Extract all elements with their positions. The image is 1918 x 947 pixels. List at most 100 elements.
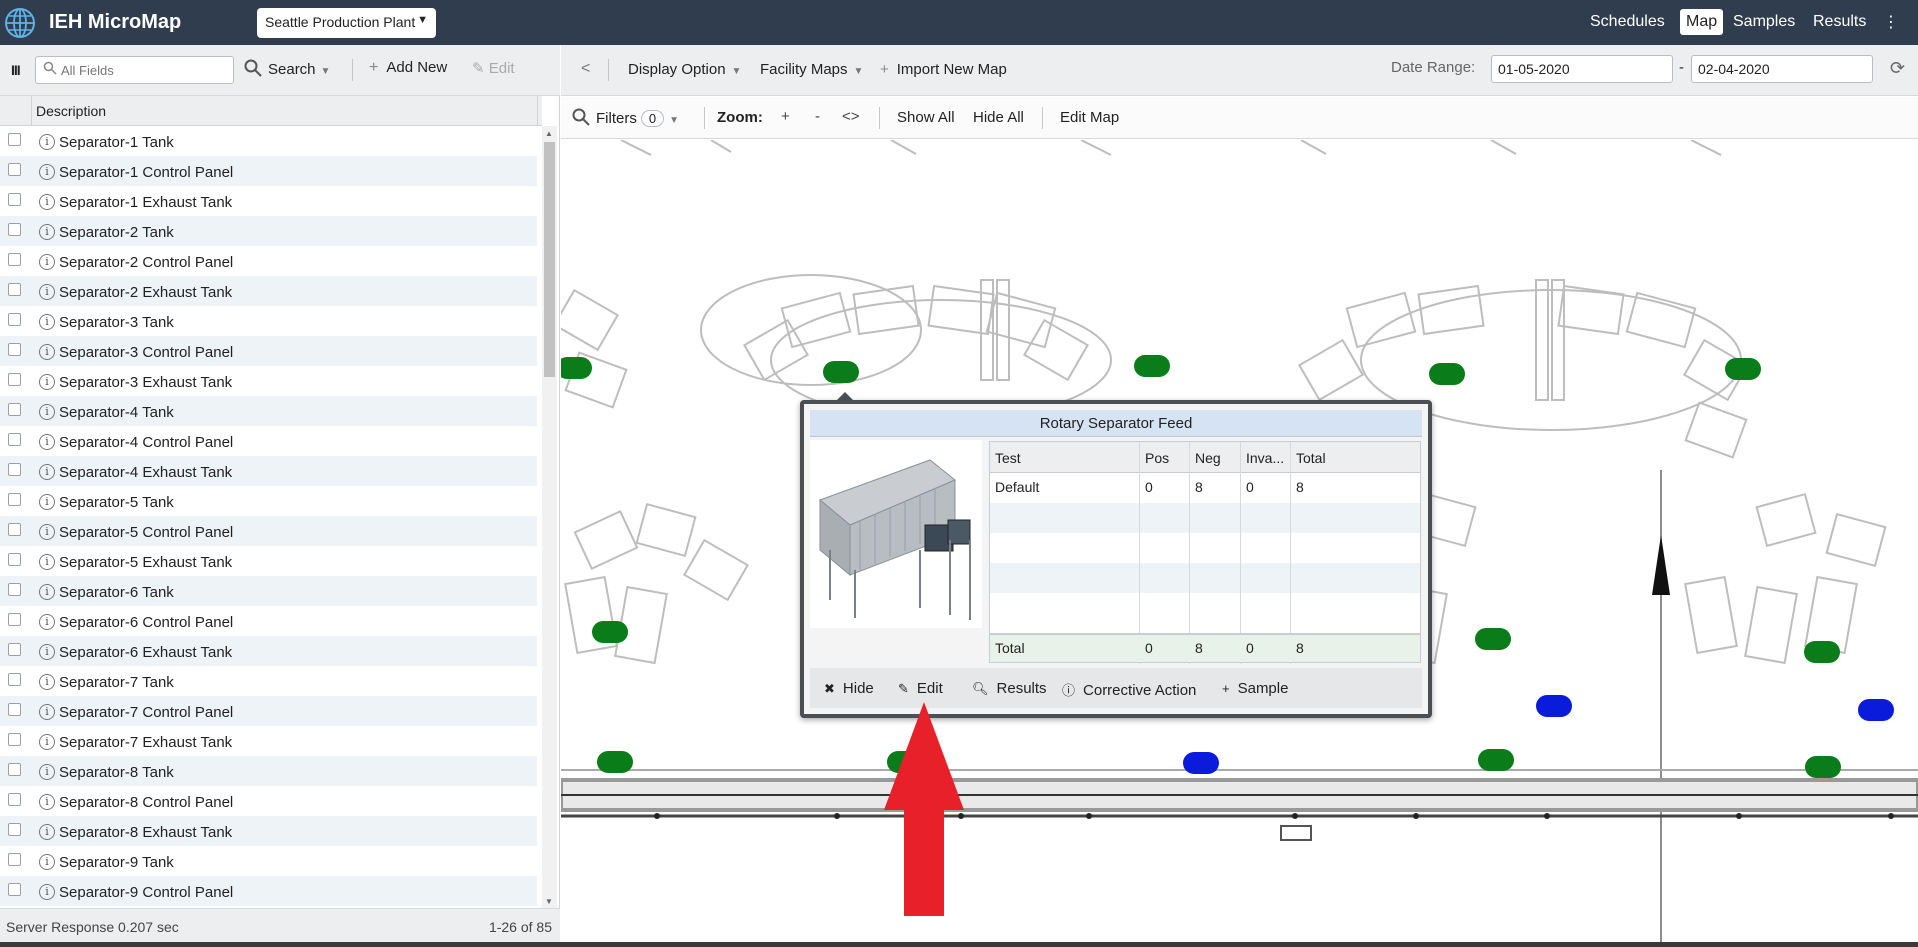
row-checkbox[interactable]: [8, 193, 21, 206]
col-pos[interactable]: Pos: [1140, 442, 1190, 473]
info-icon[interactable]: i: [39, 524, 55, 540]
row-checkbox[interactable]: [8, 883, 21, 896]
list-item[interactable]: i Separator-2 Control Panel: [0, 246, 537, 276]
info-icon[interactable]: i: [39, 344, 55, 360]
row-checkbox[interactable]: [8, 163, 21, 176]
info-icon[interactable]: i: [39, 374, 55, 390]
row-checkbox[interactable]: [8, 463, 21, 476]
list-item[interactable]: i Separator-4 Control Panel: [0, 426, 537, 456]
col-total[interactable]: Total: [1291, 442, 1420, 473]
row-checkbox[interactable]: [8, 823, 21, 836]
row-checkbox[interactable]: [8, 583, 21, 596]
columns-icon[interactable]: III: [11, 62, 21, 78]
info-icon[interactable]: i: [39, 224, 55, 240]
zoom-in-button[interactable]: +: [781, 108, 790, 125]
list-item[interactable]: i Separator-5 Tank: [0, 486, 537, 516]
corrective-action-button[interactable]: ⓘ Corrective Action: [1062, 680, 1196, 699]
info-icon[interactable]: i: [39, 194, 55, 210]
refresh-icon[interactable]: ⟳: [1890, 58, 1905, 79]
list-item[interactable]: i Separator-2 Tank: [0, 216, 537, 246]
row-checkbox[interactable]: [8, 493, 21, 506]
row-checkbox[interactable]: [8, 553, 21, 566]
row-checkbox[interactable]: [8, 763, 21, 776]
info-icon[interactable]: i: [39, 614, 55, 630]
list-item[interactable]: i Separator-1 Control Panel: [0, 156, 537, 186]
show-all-button[interactable]: Show All: [897, 109, 955, 126]
info-icon[interactable]: i: [39, 134, 55, 150]
row-checkbox[interactable]: [8, 283, 21, 296]
search-button[interactable]: Search ▼: [244, 59, 330, 78]
list-item[interactable]: i Separator-5 Exhaust Tank: [0, 546, 537, 576]
facility-maps-dropdown[interactable]: Facility Maps ▼: [760, 61, 863, 78]
row-checkbox[interactable]: [8, 853, 21, 866]
info-icon[interactable]: i: [39, 824, 55, 840]
row-checkbox[interactable]: [8, 343, 21, 356]
date-to-input[interactable]: 02-04-2020: [1691, 55, 1873, 83]
nav-map[interactable]: Map: [1680, 9, 1724, 35]
list-item[interactable]: i Separator-8 Control Panel: [0, 786, 537, 816]
info-icon[interactable]: i: [39, 164, 55, 180]
info-icon[interactable]: i: [39, 254, 55, 270]
more-menu-icon[interactable]: ⋮: [1883, 12, 1899, 32]
list-item[interactable]: i Separator-8 Exhaust Tank: [0, 816, 537, 846]
list-item[interactable]: i Separator-7 Exhaust Tank: [0, 726, 537, 756]
hide-button[interactable]: ✖ Hide: [824, 680, 874, 697]
list-item[interactable]: i Separator-8 Tank: [0, 756, 537, 786]
row-checkbox[interactable]: [8, 523, 21, 536]
info-icon[interactable]: i: [39, 704, 55, 720]
row-checkbox[interactable]: [8, 643, 21, 656]
col-neg[interactable]: Neg: [1190, 442, 1241, 473]
info-icon[interactable]: i: [39, 674, 55, 690]
info-icon[interactable]: i: [39, 554, 55, 570]
list-scrollbar[interactable]: ▲ ▼: [542, 126, 557, 908]
list-item[interactable]: i Separator-6 Control Panel: [0, 606, 537, 636]
list-item[interactable]: i Separator-3 Tank: [0, 306, 537, 336]
row-checkbox[interactable]: [8, 373, 21, 386]
row-checkbox[interactable]: [8, 223, 21, 236]
list-item[interactable]: i Separator-1 Tank: [0, 126, 537, 156]
info-icon[interactable]: i: [39, 734, 55, 750]
row-checkbox[interactable]: [8, 703, 21, 716]
row-checkbox[interactable]: [8, 313, 21, 326]
list-item[interactable]: i Separator-5 Control Panel: [0, 516, 537, 546]
list-item[interactable]: i Separator-3 Exhaust Tank: [0, 366, 537, 396]
info-icon[interactable]: i: [39, 764, 55, 780]
edit-map-button[interactable]: Edit Map: [1060, 109, 1119, 126]
row-checkbox[interactable]: [8, 253, 21, 266]
row-checkbox[interactable]: [8, 673, 21, 686]
list-item[interactable]: i Separator-2 Exhaust Tank: [0, 276, 537, 306]
info-icon[interactable]: i: [39, 644, 55, 660]
info-icon[interactable]: i: [39, 284, 55, 300]
info-icon[interactable]: i: [39, 794, 55, 810]
zoom-out-button[interactable]: -: [815, 108, 820, 125]
list-item[interactable]: i Separator-1 Exhaust Tank: [0, 186, 537, 216]
import-new-map-button[interactable]: + Import New Map: [880, 61, 1007, 78]
row-checkbox[interactable]: [8, 403, 21, 416]
list-item[interactable]: i Separator-7 Control Panel: [0, 696, 537, 726]
info-icon[interactable]: i: [39, 314, 55, 330]
row-checkbox[interactable]: [8, 433, 21, 446]
scrollbar-thumb[interactable]: [544, 142, 555, 377]
description-column-header[interactable]: Description: [36, 103, 106, 119]
list-item[interactable]: i Separator-4 Tank: [0, 396, 537, 426]
list-item[interactable]: i Separator-6 Exhaust Tank: [0, 636, 537, 666]
row-checkbox[interactable]: [8, 793, 21, 806]
col-test[interactable]: Test: [990, 442, 1140, 473]
results-button[interactable]: 🔍︎ Results: [972, 680, 1047, 697]
list-item[interactable]: i Separator-4 Exhaust Tank: [0, 456, 537, 486]
scroll-down-arrow-icon[interactable]: ▼: [545, 897, 553, 906]
info-icon[interactable]: i: [39, 884, 55, 900]
col-invalid[interactable]: Inva...: [1241, 442, 1291, 473]
scroll-up-arrow-icon[interactable]: ▲: [545, 129, 553, 138]
table-row[interactable]: Default 0 8 0 8: [990, 473, 1420, 503]
edit-button[interactable]: ✎ Edit: [898, 680, 943, 697]
info-icon[interactable]: i: [39, 404, 55, 420]
date-from-input[interactable]: 01-05-2020: [1491, 55, 1673, 83]
add-sample-button[interactable]: + Sample: [1222, 680, 1288, 697]
info-icon[interactable]: i: [39, 434, 55, 450]
list-item[interactable]: i Separator-6 Tank: [0, 576, 537, 606]
list-item[interactable]: i Separator-9 Tank: [0, 846, 537, 876]
filters-button[interactable]: Filters 0 ▼: [572, 108, 679, 127]
info-icon[interactable]: i: [39, 854, 55, 870]
zoom-fit-button[interactable]: <>: [842, 108, 860, 125]
